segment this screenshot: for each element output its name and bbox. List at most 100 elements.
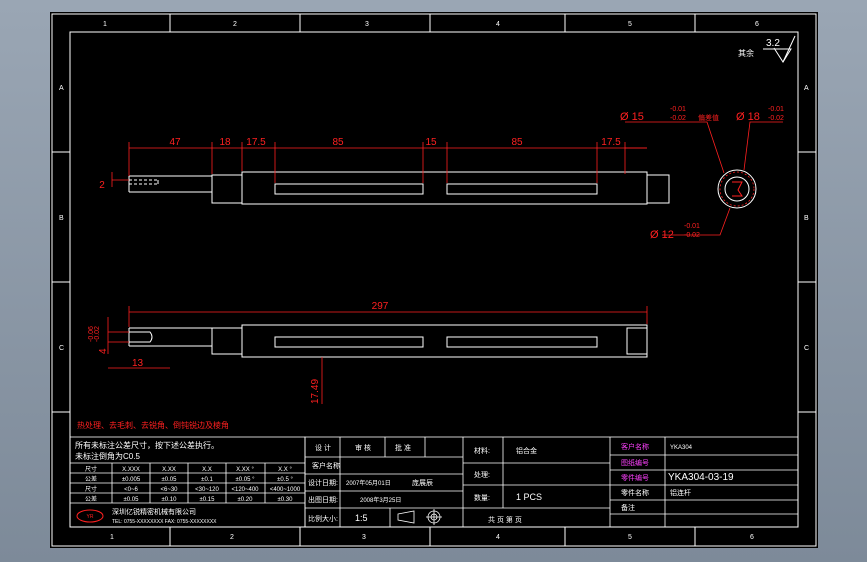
svg-text:YR: YR	[87, 514, 94, 520]
d15-lower: -0.02	[670, 115, 686, 122]
tol-r1-5: ±0.5 °	[277, 477, 293, 483]
tb-design-date-label: 设计日期:	[308, 478, 338, 487]
zone-left-c: C	[59, 345, 64, 352]
zone-right-b: B	[804, 215, 809, 222]
zone-top-5: 5	[628, 21, 632, 28]
tol-h5: X.X °	[278, 467, 292, 473]
d18-upper: -0.01	[768, 106, 784, 113]
zone-top-6: 6	[755, 21, 759, 28]
dim-17-5-right: 17.5	[601, 137, 621, 148]
zone-bottom-6: 6	[750, 534, 754, 541]
dim-17-5-left: 17.5	[246, 137, 266, 148]
tb-scale: 1:5	[355, 513, 368, 523]
company-logo: YR	[76, 509, 104, 523]
tb-qty: 1 PCS	[516, 492, 542, 502]
zone-top-2: 2	[233, 21, 237, 28]
projection-symbol	[397, 509, 442, 525]
d15-upper: -0.01	[670, 106, 686, 113]
tb-design-date: 2007年05月01日	[346, 479, 391, 487]
d12-lower: -0.02	[684, 232, 700, 239]
tb-scale-label: 比例大小:	[308, 514, 338, 523]
d15-value: Ø 15	[620, 111, 644, 123]
tb-part-name-label: 零件名称	[621, 488, 649, 497]
tb-remark-label: 备注	[621, 503, 635, 512]
tol-r1-4: ±0.05 °	[235, 477, 255, 483]
tol-r2-5: <400~1000	[270, 487, 301, 493]
section-view: Ø 15 Ø 18 Ø 12 -0.01 -0.02 -0.01 -0.02 -…	[620, 106, 784, 241]
zone-right-c: C	[804, 345, 809, 352]
tb-material-label: 材料:	[474, 446, 490, 455]
tb-customer-name-label: 客户名称	[621, 442, 649, 451]
tol-title-2: 未标注倒角为C0.5	[75, 451, 140, 461]
tb-material: 铝合金	[516, 446, 537, 455]
tol-r1-2: ±0.05	[162, 477, 178, 483]
tol-r2-3: <30~120	[195, 487, 219, 493]
title-block: 设 计 审 核 批 准 客户名称 设计日期: 2007年05月01日 庞展辰 出…	[304, 436, 799, 528]
roughness-symbol: 其余 3.2	[738, 35, 796, 63]
zone-top-4: 4	[496, 21, 500, 28]
tol-r3-1: ±0.05	[124, 497, 140, 503]
zone-left-b: B	[59, 215, 64, 222]
tol-r1-1: ±0.005	[122, 477, 141, 483]
zone-bottom-3: 3	[362, 534, 366, 541]
front-view: 297 13 17.49 4 -0.02 -0.06	[88, 301, 648, 404]
dim-15: 15	[425, 137, 437, 148]
tol-r2-1: <0~6	[124, 487, 138, 493]
dim-18: 18	[219, 137, 231, 148]
dim-2: 2	[99, 180, 105, 191]
tol-h4: X.XX °	[236, 467, 254, 473]
dim-85-left: 85	[332, 137, 344, 148]
top-view: 47 18 17.5 85 15 85 17.5 2	[99, 137, 670, 205]
tb-drawing-no-label: 图纸编号	[621, 458, 649, 467]
zone-top-1: 1	[103, 21, 107, 28]
tol-r3-0: 公差	[85, 495, 97, 503]
tb-part-name: 铝连杆	[670, 488, 691, 497]
tb-review: 审 核	[355, 443, 371, 452]
tb-issue-date-label: 出图日期:	[308, 495, 338, 504]
tol-h0: 尺寸	[85, 465, 97, 473]
tol-lower: -0.06	[88, 326, 95, 342]
tol-r1-0: 公差	[85, 475, 97, 483]
d18-lower: -0.02	[768, 115, 784, 122]
zone-bottom-5: 5	[628, 534, 632, 541]
zone-bottom-1: 1	[110, 534, 114, 541]
tol-r3-5: ±0.30	[278, 497, 294, 503]
zone-bottom-2: 2	[230, 534, 234, 541]
roughness-value: 3.2	[766, 38, 780, 49]
dim-47: 47	[169, 137, 181, 148]
tb-customer-label: 客户名称	[312, 461, 340, 470]
zone-right-a: A	[804, 85, 809, 92]
tol-title-1: 所有未标注公差尺寸，按下述公差执行。	[75, 440, 219, 450]
tol-h1: X.XXX	[122, 467, 140, 473]
tol-r2-4: <120~400	[231, 487, 259, 493]
tol-r3-4: ±0.20	[238, 497, 254, 503]
tb-qty-label: 数量:	[474, 493, 490, 502]
roughness-label: 其余	[738, 48, 754, 58]
tb-part-no: YKA304-03-19	[668, 472, 734, 483]
tol-r2-0: 尺寸	[85, 485, 97, 493]
zone-bottom-4: 4	[496, 534, 500, 541]
d15-note: 偏差值	[698, 113, 719, 122]
dim-13: 13	[132, 358, 144, 369]
zone-left-a: A	[59, 85, 64, 92]
inner-frame	[69, 31, 799, 528]
tb-sheet: 共 页 第 页	[488, 515, 522, 524]
tol-r1-3: ±0.1	[201, 477, 213, 483]
zone-top-3: 3	[365, 21, 369, 28]
tech-note: 热处理、去毛刺、去锐角、倒钝锐边及棱角	[77, 420, 229, 430]
tb-design: 设 计	[315, 443, 331, 452]
tol-r2-2: <6~30	[160, 487, 178, 493]
cad-drawing: 1 2 3 4 5 6 1 2 3 4 5 6 A B C A B C 其余 3…	[51, 13, 817, 547]
tol-r3-2: ±0.10	[162, 497, 178, 503]
d18-value: Ø 18	[736, 111, 760, 123]
dim-85-right: 85	[511, 137, 523, 148]
d12-upper: -0.01	[684, 223, 700, 230]
tol-r3-3: ±0.15	[200, 497, 216, 503]
tb-customer-name: YKA304	[670, 445, 693, 451]
tb-drawn-by: 庞展辰	[412, 478, 433, 487]
tb-treatment-label: 处理:	[474, 470, 490, 479]
tol-h2: X.XX	[162, 467, 176, 473]
dim-17-49: 17.49	[310, 379, 321, 404]
dim-4: 4	[98, 348, 109, 354]
tb-part-no-label: 零件编号	[621, 473, 649, 482]
